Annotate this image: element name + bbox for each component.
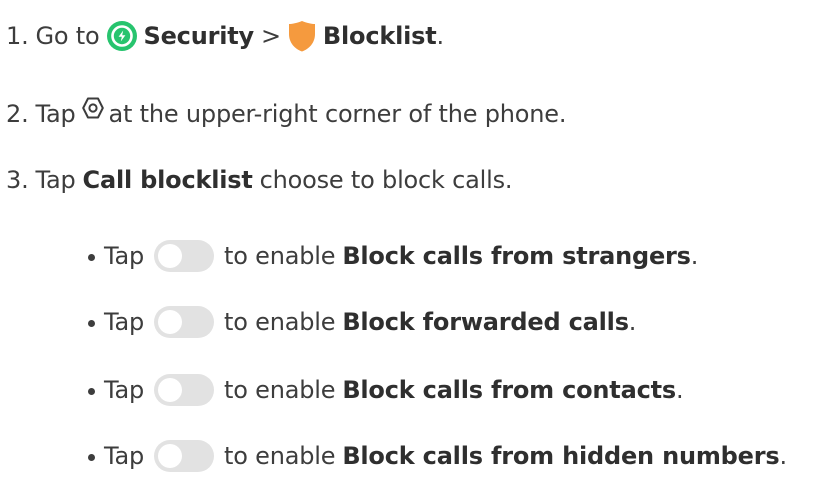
toggle-off-icon (154, 440, 215, 472)
bullet-period: . (779, 442, 787, 470)
step-1: 1. Go to Security > Blocklist . (6, 14, 444, 58)
bullet-period: . (675, 376, 684, 404)
bullet-period: . (628, 308, 637, 336)
toggle-off-icon (154, 240, 215, 272)
bullet-period: . (690, 242, 699, 270)
bullet-dot (88, 387, 95, 395)
blocklist-label: Blocklist (322, 22, 437, 50)
bullet-tap: Tap (104, 308, 145, 336)
bullet-dot (88, 453, 95, 461)
option-label: Block forwarded calls (342, 308, 629, 336)
option-label: Block calls from strangers (342, 242, 691, 270)
step-text: Tap (35, 166, 76, 194)
bullet-item-contacts: Tap to enable Block calls from contacts … (88, 368, 684, 412)
bullet-to-enable: to enable (224, 442, 336, 470)
step-text-rest: choose to block calls. (259, 166, 513, 194)
settings-icon (81, 96, 105, 120)
bullet-to-enable: to enable (224, 376, 336, 404)
bullet-item-hidden-numbers: Tap to enable Block calls from hidden nu… (88, 434, 787, 478)
bullet-dot (88, 253, 95, 261)
bullet-to-enable: to enable (224, 242, 336, 270)
toggle-off-icon (154, 306, 215, 338)
separator: > (260, 22, 281, 50)
step-3: 3. Tap Call blocklist choose to block ca… (6, 158, 513, 202)
step-2: 2. Tap at the upper-right corner of the … (6, 92, 566, 136)
security-label: Security (143, 22, 255, 50)
bullet-tap: Tap (104, 242, 145, 270)
call-blocklist-label: Call blocklist (82, 166, 253, 194)
bullet-to-enable: to enable (224, 308, 336, 336)
bullet-item-forwarded: Tap to enable Block forwarded calls . (88, 300, 636, 344)
step-number: 3. (6, 166, 29, 194)
step-number: 2. (6, 100, 29, 128)
step-text: Tap (35, 100, 76, 128)
step-period: . (436, 22, 445, 50)
shield-icon (287, 19, 317, 53)
bullet-tap: Tap (104, 376, 145, 404)
toggle-off-icon (154, 374, 215, 406)
security-app-icon (106, 20, 138, 52)
step-text: Go to (35, 22, 100, 50)
option-label: Block calls from contacts (342, 376, 676, 404)
step-text-rest: at the upper-right corner of the phone. (108, 100, 567, 128)
bullet-tap: Tap (104, 442, 145, 470)
step-number: 1. (6, 22, 29, 50)
bullet-dot (88, 319, 95, 327)
bullet-item-strangers: Tap to enable Block calls from strangers… (88, 234, 698, 278)
option-label: Block calls from hidden numbers (342, 442, 780, 470)
